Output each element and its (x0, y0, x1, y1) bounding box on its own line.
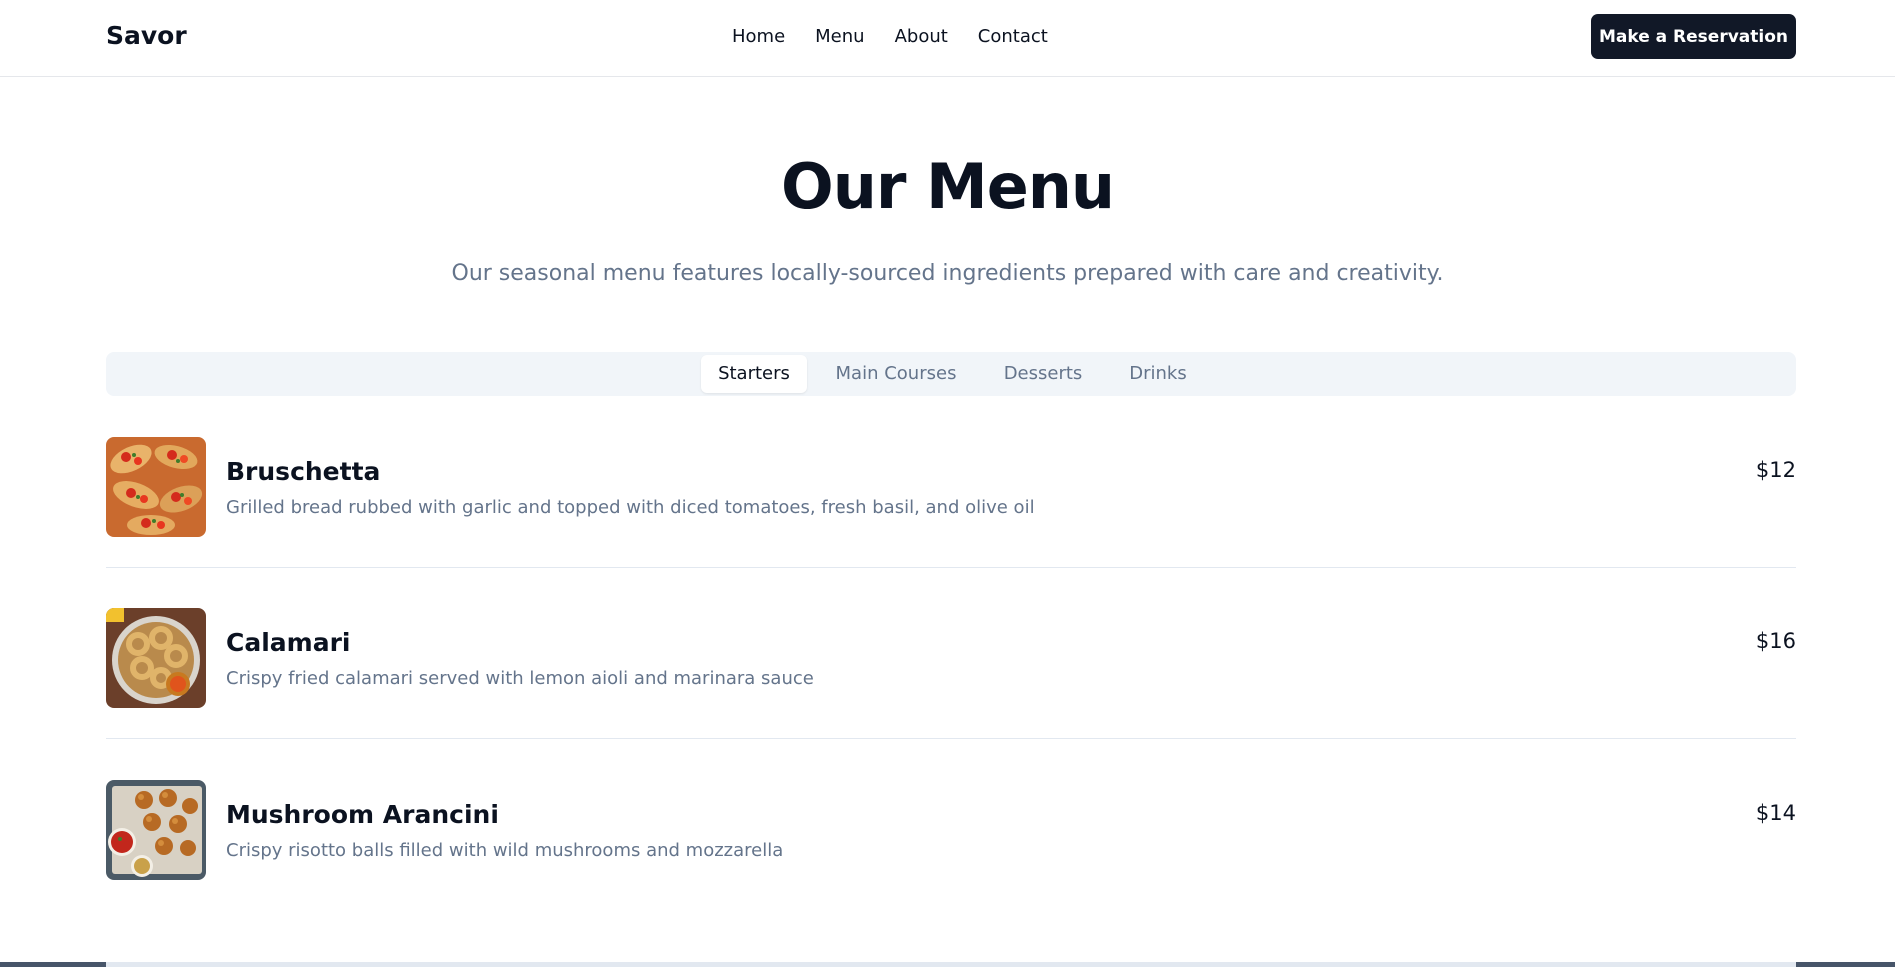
calamari-photo (106, 608, 206, 708)
item-price: $14 (1755, 801, 1796, 825)
item-description: Grilled bread rubbed with garlic and top… (226, 497, 1035, 518)
item-divider (106, 567, 1796, 568)
next-item-edge (106, 962, 1796, 967)
arancini-photo (106, 780, 206, 880)
menu-item: Bruschetta Grilled bread rubbed with gar… (106, 437, 1796, 537)
bruschetta-photo (106, 437, 206, 537)
tab-desserts[interactable]: Desserts (989, 355, 1097, 393)
nav-contact[interactable]: Contact (978, 26, 1048, 47)
site-header: Savor Home Menu About Contact Make a Res… (0, 0, 1895, 77)
make-reservation-button[interactable]: Make a Reservation (1591, 14, 1796, 59)
item-divider (106, 738, 1796, 739)
nav-menu[interactable]: Menu (815, 26, 864, 47)
page-title: Our Menu (780, 150, 1115, 223)
main-nav: Home Menu About Contact (732, 26, 1048, 47)
tab-starters[interactable]: Starters (701, 355, 807, 393)
item-description: Crispy fried calamari served with lemon … (226, 668, 814, 689)
nav-home[interactable]: Home (732, 26, 785, 47)
item-price: $16 (1755, 629, 1796, 653)
window-bottom-edge (0, 962, 1895, 967)
item-name: Calamari (226, 628, 351, 657)
brand-logo[interactable]: Savor (106, 21, 187, 50)
page-subtitle: Our seasonal menu features locally-sourc… (451, 261, 1444, 286)
menu-category-tabs: Starters Main Courses Desserts Drinks (106, 352, 1796, 396)
item-description: Crispy risotto balls filled with wild mu… (226, 840, 784, 861)
nav-about[interactable]: About (895, 26, 948, 47)
item-name: Bruschetta (226, 457, 381, 486)
tab-main-courses[interactable]: Main Courses (823, 355, 969, 393)
tab-drinks[interactable]: Drinks (1116, 355, 1200, 393)
menu-item: Calamari Crispy fried calamari served wi… (106, 608, 1796, 708)
item-price: $12 (1755, 458, 1796, 482)
item-name: Mushroom Arancini (226, 800, 499, 829)
menu-item: Mushroom Arancini Crispy risotto balls f… (106, 780, 1796, 880)
